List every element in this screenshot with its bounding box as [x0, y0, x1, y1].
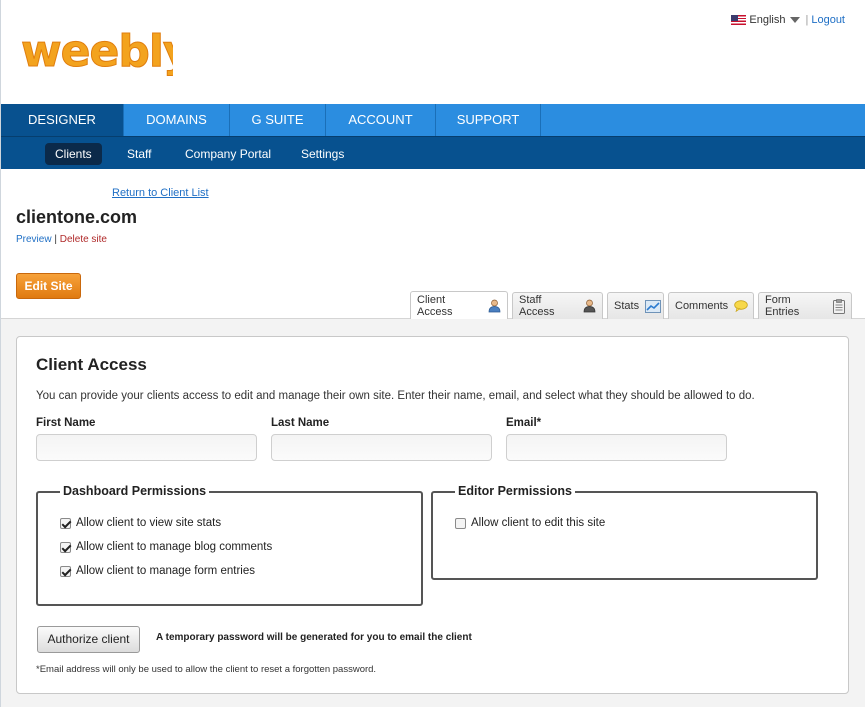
separator: |: [805, 14, 809, 26]
checkbox-label: Allow client to manage blog comments: [76, 541, 273, 553]
permission-edit-site[interactable]: Allow client to edit this site: [455, 517, 605, 529]
logo-text: weebly: [21, 26, 173, 77]
sub-nav: Clients Staff Company Portal Settings: [1, 136, 865, 169]
panel-description: You can provide your clients access to e…: [36, 390, 755, 402]
permission-manage-form-entries[interactable]: Allow client to manage form entries: [60, 565, 255, 577]
weebly-logo[interactable]: weebly: [18, 22, 174, 82]
logout-link[interactable]: Logout: [811, 14, 845, 26]
client-access-panel: Client Access You can provide your clien…: [16, 336, 849, 694]
checkbox-label: Allow client to view site stats: [76, 517, 222, 529]
last-name-label: Last Name: [271, 417, 330, 429]
link-separator: |: [54, 234, 57, 245]
person-icon: [488, 299, 501, 312]
subnav-staff[interactable]: Staff: [117, 143, 161, 165]
nav-account[interactable]: ACCOUNT: [326, 104, 436, 136]
tab-form-entries[interactable]: Form Entries: [758, 292, 852, 319]
nav-domains[interactable]: DOMAINS: [124, 104, 230, 136]
dashboard-permissions-group: Dashboard Permissions Allow client to vi…: [36, 484, 423, 606]
tab-label: Form Entries: [765, 294, 800, 318]
nav-g-suite[interactable]: G SUITE: [230, 104, 326, 136]
speech-bubble-icon: [734, 300, 748, 312]
subnav-company-portal[interactable]: Company Portal: [175, 143, 281, 165]
password-note: A temporary password will be generated f…: [156, 632, 472, 643]
main-nav: DESIGNER DOMAINS G SUITE ACCOUNT SUPPORT: [1, 104, 865, 136]
subnav-clients[interactable]: Clients: [45, 143, 102, 165]
tab-label: Staff Access: [519, 294, 555, 318]
preview-link[interactable]: Preview: [16, 234, 52, 245]
tab-label: Client Access: [417, 293, 453, 318]
view-stats-checkbox[interactable]: [60, 517, 71, 529]
subnav-settings[interactable]: Settings: [291, 143, 354, 165]
editor-permissions-legend: Editor Permissions: [455, 484, 575, 498]
first-name-label: First Name: [36, 417, 96, 429]
nav-designer[interactable]: DESIGNER: [1, 104, 124, 136]
site-links: Preview | Delete site: [16, 234, 107, 245]
permission-manage-blog-comments[interactable]: Allow client to manage blog comments: [60, 541, 272, 553]
clipboard-icon: [833, 298, 845, 314]
tab-stats[interactable]: Stats: [607, 292, 664, 319]
dashboard-permissions-legend: Dashboard Permissions: [60, 484, 210, 498]
return-to-client-list-link[interactable]: Return to Client List: [112, 187, 209, 199]
checkbox-label: Allow client to manage form entries: [76, 565, 255, 577]
checkbox-label: Allow client to edit this site: [471, 517, 606, 529]
language-selector[interactable]: English: [749, 14, 785, 26]
account-bar: English | Logout: [731, 14, 845, 26]
email-label: Email*: [506, 417, 542, 429]
tab-comments[interactable]: Comments: [668, 292, 754, 319]
delete-site-link[interactable]: Delete site: [60, 234, 107, 245]
edit-site-checkbox[interactable]: [455, 517, 466, 529]
us-flag-icon: [731, 15, 747, 25]
tab-staff-access[interactable]: Staff Access: [512, 292, 603, 319]
edit-site-button[interactable]: Edit Site: [16, 273, 81, 299]
form-entries-checkbox[interactable]: [60, 565, 71, 577]
site-domain-title: clientone.com: [16, 207, 138, 227]
blog-comments-checkbox[interactable]: [60, 541, 71, 553]
panel-title: Client Access: [36, 355, 147, 374]
tab-label: Stats: [614, 300, 640, 312]
permission-view-stats[interactable]: Allow client to view site stats: [60, 517, 221, 529]
tab-label: Comments: [675, 300, 729, 312]
nav-support[interactable]: SUPPORT: [436, 104, 541, 136]
first-name-input[interactable]: [36, 434, 257, 461]
last-name-input[interactable]: [271, 434, 492, 461]
tab-client-access[interactable]: Client Access: [410, 291, 508, 319]
authorize-client-button[interactable]: Authorize client: [37, 626, 140, 653]
editor-permissions-group: Editor Permissions Allow client to edit …: [431, 484, 818, 580]
chart-icon: [645, 299, 662, 313]
email-input[interactable]: [506, 434, 727, 461]
person-icon: [583, 299, 596, 313]
email-footnote: *Email address will only be used to allo…: [36, 664, 377, 675]
chevron-down-icon[interactable]: [790, 17, 801, 23]
